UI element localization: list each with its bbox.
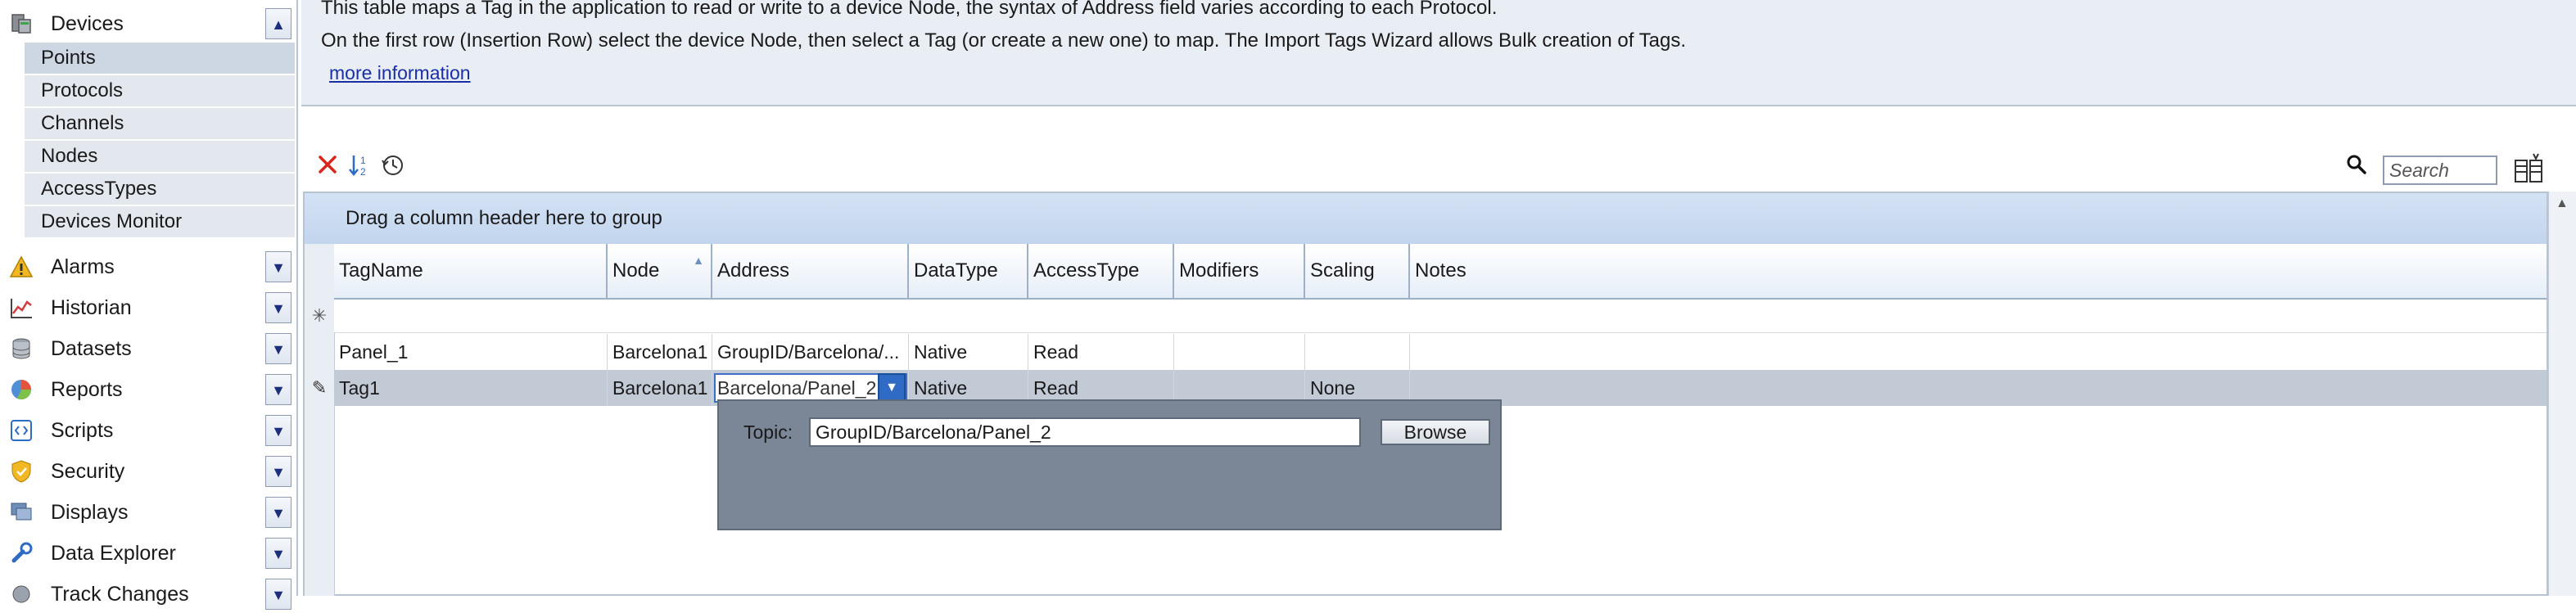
sidebar-category-security[interactable]: Security ▼ (0, 453, 296, 490)
datasets-icon (8, 336, 34, 361)
sidebar-item-channels[interactable]: Channels (25, 108, 295, 141)
vertical-scrollbar[interactable]: ▲ (2548, 192, 2576, 596)
scripts-icon (8, 418, 34, 443)
expand-arrow-icon[interactable]: ▼ (265, 374, 291, 405)
address-editor-popup: Topic: GroupID/Barcelona/Panel_2 Browse (717, 399, 1502, 530)
track-changes-icon (8, 582, 34, 606)
expand-arrow-icon[interactable]: ▼ (265, 538, 291, 569)
sidebar-category-devices[interactable]: Devices ▲ (0, 5, 296, 43)
info-text-line-1: This table maps a Tag in the application… (321, 0, 1498, 19)
topic-input[interactable]: GroupID/Barcelona/Panel_2 (809, 417, 1361, 447)
search-input[interactable]: Search (2383, 156, 2497, 185)
history-icon[interactable] (377, 152, 409, 185)
cell-notes[interactable] (1410, 334, 2547, 370)
sidebar-item-accesstypes[interactable]: AccessTypes (25, 174, 295, 206)
grid-header: TagName Node ▲ Address DataType AccessTy… (334, 244, 2547, 300)
sidebar-item-protocols[interactable]: Protocols (25, 75, 295, 108)
sort-ascending-icon: ▲ (693, 254, 704, 267)
column-header-modifiers[interactable]: Modifiers (1174, 244, 1305, 298)
more-information-link[interactable]: more information (329, 62, 471, 84)
data-explorer-icon (8, 541, 34, 566)
sort-icon[interactable]: 12 (344, 152, 377, 185)
expand-arrow-icon[interactable]: ▼ (265, 333, 291, 364)
toolbar: 12 Search (301, 147, 2576, 190)
sidebar-category-data-explorer[interactable]: Data Explorer ▼ (0, 534, 296, 572)
svg-text:2: 2 (360, 166, 366, 178)
topic-label: Topic: (743, 421, 793, 443)
edit-pencil-icon: ✎ (311, 377, 328, 398)
sidebar-category-datasets[interactable]: Datasets ▼ (0, 330, 296, 367)
expand-arrow-icon[interactable]: ▼ (265, 292, 291, 323)
dropdown-arrow-icon[interactable]: ▼ (878, 373, 906, 403)
sidebar-category-alarms[interactable]: Alarms ▼ (0, 248, 296, 286)
group-by-area[interactable]: Drag a column header here to group (305, 193, 2547, 244)
collapse-arrow-icon[interactable]: ▲ (265, 8, 291, 39)
cell-datatype[interactable]: Native (909, 334, 1028, 370)
sidebar-category-displays[interactable]: Displays ▼ (0, 494, 296, 531)
cell-tagname[interactable]: Panel_1 (334, 334, 608, 370)
column-header-tagname[interactable]: TagName (334, 244, 608, 298)
historian-icon (8, 295, 34, 320)
cell-scaling[interactable] (1305, 334, 1410, 370)
svg-text:1: 1 (360, 155, 366, 166)
sidebar-category-historian[interactable]: Historian ▼ (0, 289, 296, 327)
info-text-line-2: On the first row (Insertion Row) select … (321, 29, 1687, 52)
expand-arrow-icon[interactable]: ▼ (265, 456, 291, 487)
cell-accesstype[interactable]: Read (1028, 334, 1174, 370)
table-row[interactable]: Panel_1 Barcelona1 GroupID/Barcelona/...… (334, 334, 2547, 370)
points-grid: Drag a column header here to group TagNa… (303, 192, 2548, 596)
sidebar: Devices ▲ Points Protocols Channels Node… (0, 0, 298, 610)
browse-button[interactable]: Browse (1381, 419, 1490, 445)
sidebar-item-nodes[interactable]: Nodes (25, 141, 295, 174)
cell-node[interactable]: Barcelona1 (608, 370, 712, 406)
row-indicator-column (305, 244, 335, 596)
cell-node[interactable]: Barcelona1 (608, 334, 712, 370)
column-header-notes[interactable]: Notes (1410, 244, 2547, 298)
column-header-node[interactable]: Node ▲ (608, 244, 712, 298)
cell-notes[interactable] (1410, 370, 2547, 406)
expand-arrow-icon[interactable]: ▼ (265, 415, 291, 446)
column-header-accesstype[interactable]: AccessType (1028, 244, 1174, 298)
column-header-scaling[interactable]: Scaling (1305, 244, 1410, 298)
displays-icon (8, 500, 34, 525)
expand-arrow-icon[interactable]: ▼ (265, 579, 291, 610)
sidebar-item-points[interactable]: Points (25, 43, 295, 75)
expand-arrow-icon[interactable]: ▼ (265, 251, 291, 282)
sidebar-item-devices-monitor[interactable]: Devices Monitor (25, 206, 295, 239)
sidebar-category-label: Devices (51, 12, 124, 35)
reports-icon (8, 377, 34, 402)
alarm-icon (8, 255, 34, 279)
info-panel: This table maps a Tag in the application… (301, 0, 2576, 106)
sidebar-category-scripts[interactable]: Scripts ▼ (0, 412, 296, 449)
expand-arrow-icon[interactable]: ▼ (265, 497, 291, 528)
sidebar-category-reports[interactable]: Reports ▼ (0, 371, 296, 408)
sidebar-category-track-changes[interactable]: Track Changes ▼ (0, 575, 296, 613)
search-icon (2340, 152, 2373, 185)
scroll-up-icon[interactable]: ▲ (2556, 196, 2569, 211)
cell-modifiers[interactable] (1174, 334, 1305, 370)
insertion-row-marker-icon: ✳ (311, 305, 328, 326)
cell-tagname[interactable]: Tag1 (334, 370, 608, 406)
delete-icon[interactable] (311, 152, 344, 185)
group-hint: Drag a column header here to group (346, 207, 662, 229)
cell-address[interactable]: GroupID/Barcelona/... (712, 334, 909, 370)
column-chooser-icon[interactable] (2512, 152, 2545, 185)
column-header-address[interactable]: Address (712, 244, 909, 298)
devices-icon (8, 11, 34, 36)
column-header-datatype[interactable]: DataType (909, 244, 1028, 298)
insertion-row[interactable] (334, 300, 2547, 333)
security-icon (8, 459, 34, 484)
